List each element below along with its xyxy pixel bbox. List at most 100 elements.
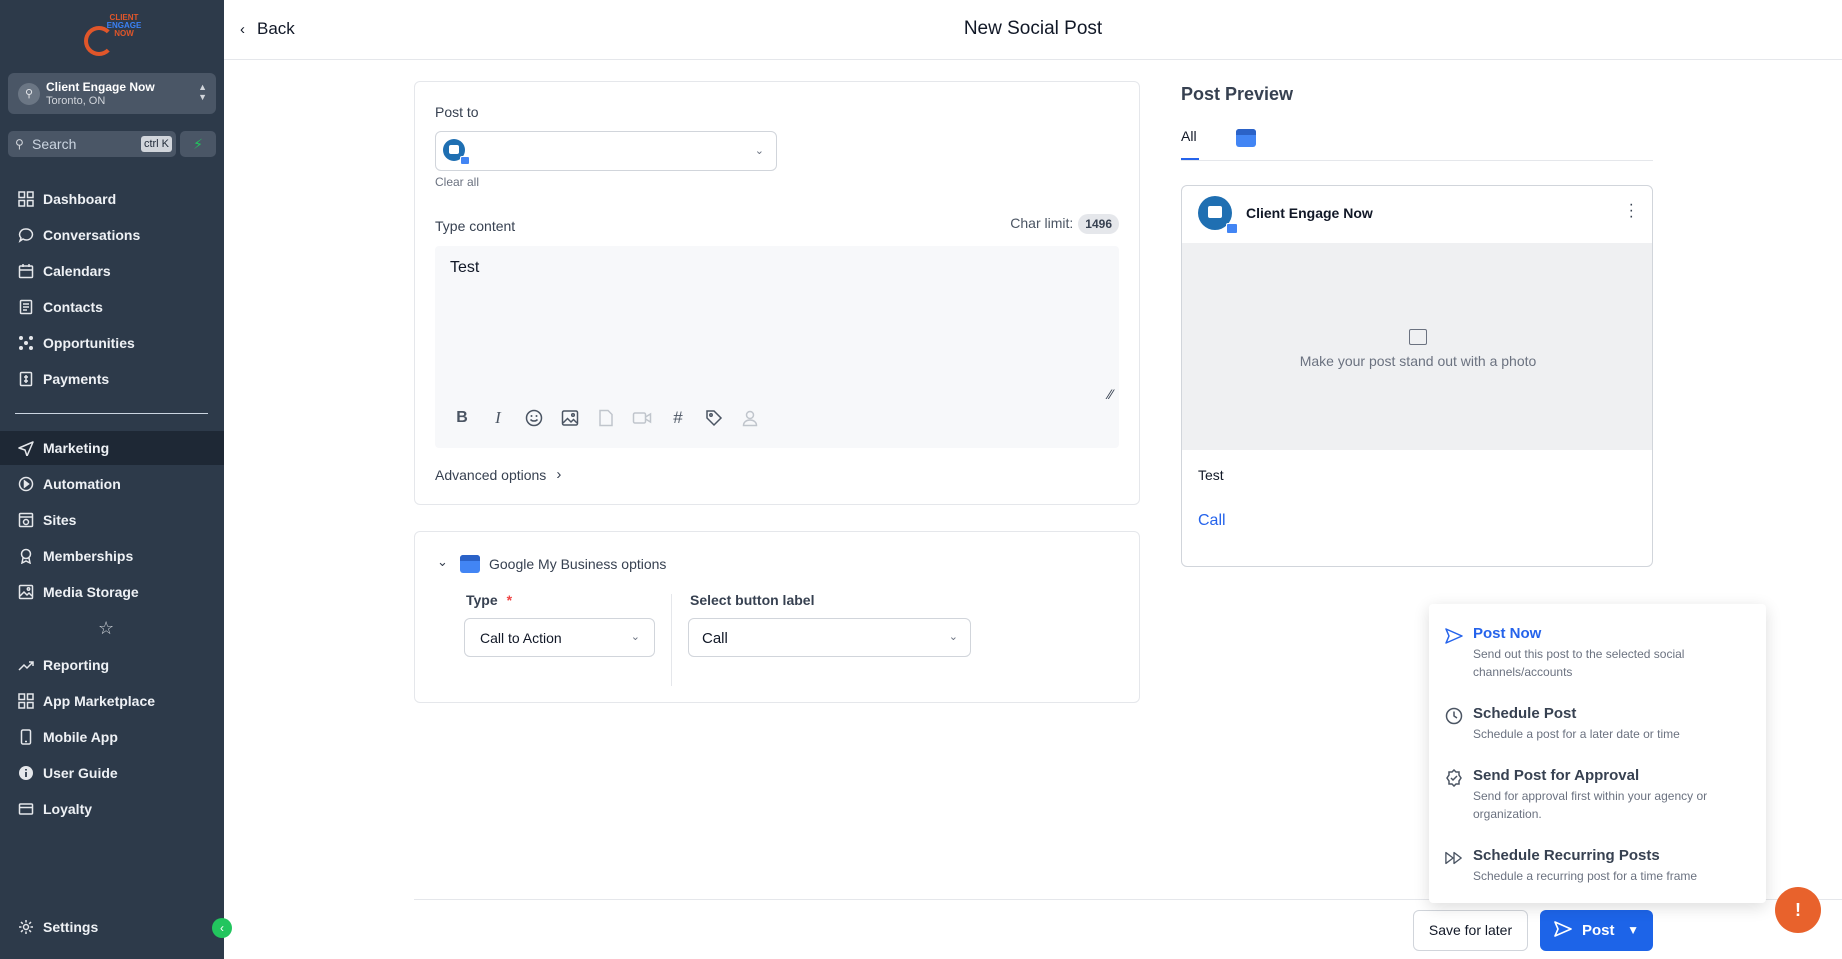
info-circle-icon bbox=[18, 765, 34, 781]
menu-item-schedule-recurring[interactable]: Schedule Recurring Posts Schedule a recu… bbox=[1445, 847, 1755, 887]
account-avatar-icon bbox=[443, 139, 470, 165]
save-for-later-button[interactable]: Save for later bbox=[1413, 910, 1528, 951]
image-upload-icon[interactable] bbox=[559, 407, 581, 429]
sidebar-item-automation[interactable]: Automation bbox=[0, 467, 224, 501]
preview-card: Client Engage Now · · · Make your post sta… bbox=[1181, 185, 1653, 567]
field-divider bbox=[671, 594, 672, 686]
post-button[interactable]: Post ▼ bbox=[1540, 910, 1653, 951]
sidebar-divider bbox=[15, 413, 208, 414]
italic-icon[interactable]: I bbox=[487, 407, 509, 429]
tab-gmb-icon[interactable] bbox=[1236, 129, 1256, 152]
type-content-label: Type content bbox=[435, 218, 516, 234]
emoji-icon[interactable] bbox=[523, 407, 545, 429]
tab-all[interactable]: All bbox=[1181, 128, 1197, 144]
sidebar-item-payments[interactable]: Payments bbox=[0, 362, 224, 396]
file-icon bbox=[595, 407, 617, 429]
gmb-options-card: ⌄ Google My Business options Type * Call … bbox=[414, 531, 1140, 703]
chevron-down-icon: ⌄ bbox=[754, 145, 764, 157]
award-icon bbox=[18, 548, 34, 564]
composer-card: Post to ⌄ Clear all Type content Char li… bbox=[414, 81, 1140, 505]
badge-check-icon bbox=[1445, 769, 1463, 787]
help-chat-icon[interactable]: ! bbox=[1775, 887, 1821, 933]
menu-item-send-for-approval[interactable]: Send Post for Approval Send for approval… bbox=[1445, 767, 1755, 821]
sidebar-item-mobile-app[interactable]: Mobile App bbox=[0, 720, 224, 754]
chat-bubble-icon bbox=[18, 227, 34, 243]
clear-all-link[interactable]: Clear all bbox=[435, 175, 479, 189]
sidebar-item-reporting[interactable]: Reporting bbox=[0, 648, 224, 682]
post-options-menu: Post Now Send out this post to the selec… bbox=[1429, 604, 1766, 903]
content-editor[interactable]: Test ⁄⁄ B I # bbox=[435, 246, 1119, 448]
send-icon bbox=[1554, 921, 1572, 941]
sidebar: CLIENT ENGAGE NOW ⚲ Client Engage Now To… bbox=[0, 0, 224, 959]
sidebar-item-contacts[interactable]: Contacts bbox=[0, 290, 224, 324]
resize-handle-icon[interactable]: ⁄⁄ bbox=[1108, 386, 1113, 402]
favorites-star-icon[interactable]: ☆ bbox=[98, 618, 114, 639]
post-preview-title: Post Preview bbox=[1181, 84, 1294, 104]
network-icon bbox=[18, 335, 34, 351]
search-shortcut: ctrl K bbox=[140, 136, 172, 152]
account-avatar-icon bbox=[1198, 196, 1238, 234]
fast-forward-icon bbox=[1445, 849, 1463, 867]
button-label-select[interactable]: Call ⌄ bbox=[688, 618, 971, 657]
grid-icon bbox=[18, 191, 34, 207]
bold-icon[interactable]: B bbox=[451, 407, 473, 429]
page-title: New Social Post bbox=[963, 18, 1103, 39]
location-name: Client Engage Now bbox=[46, 80, 155, 94]
sidebar-item-app-marketplace[interactable]: App Marketplace bbox=[0, 684, 224, 718]
gear-icon bbox=[18, 919, 34, 935]
tab-all-indicator bbox=[1181, 158, 1199, 160]
collapse-chevron-down-icon[interactable]: ⌄ bbox=[437, 554, 448, 570]
image-icon bbox=[18, 584, 34, 600]
hashtag-icon[interactable]: # bbox=[667, 407, 689, 429]
sidebar-item-sites[interactable]: Sites bbox=[0, 503, 224, 537]
sidebar-item-opportunities[interactable]: Opportunities bbox=[0, 326, 224, 360]
account-select[interactable]: ⌄ bbox=[435, 131, 777, 171]
sidebar-item-user-guide[interactable]: User Guide bbox=[0, 756, 224, 790]
button-label-label: Select button label bbox=[690, 592, 815, 608]
video-icon bbox=[631, 407, 653, 429]
chevron-right-icon: › bbox=[556, 466, 562, 483]
search-box[interactable]: ⚲ Search ctrl K bbox=[8, 131, 176, 157]
menu-item-post-now[interactable]: Post Now Send out this post to the selec… bbox=[1445, 625, 1755, 679]
quick-actions-bolt-icon[interactable]: ⚡ bbox=[180, 131, 216, 157]
chevron-down-icon: ⌄ bbox=[948, 631, 958, 643]
search-placeholder: Search bbox=[32, 136, 77, 152]
trend-up-icon bbox=[18, 657, 34, 673]
sidebar-item-marketing[interactable]: Marketing bbox=[0, 431, 224, 465]
photo-placeholder: Make your post stand out with a photo bbox=[1182, 243, 1652, 450]
location-city: Toronto, ON bbox=[46, 95, 106, 107]
more-options-icon[interactable]: · · · bbox=[1629, 197, 1634, 225]
chevron-up-down-icon: ▲ ▼ bbox=[198, 82, 207, 102]
sidebar-item-calendars[interactable]: Calendars bbox=[0, 254, 224, 288]
sidebar-collapse-chevron-icon[interactable]: ‹ bbox=[212, 918, 232, 938]
sidebar-item-loyalty[interactable]: Loyalty bbox=[0, 792, 224, 826]
chevron-down-icon[interactable]: ▼ bbox=[1627, 923, 1639, 937]
sidebar-item-memberships[interactable]: Memberships bbox=[0, 539, 224, 573]
search-icon: ⚲ bbox=[15, 137, 24, 151]
address-book-icon bbox=[18, 299, 34, 315]
app-logo[interactable]: CLIENT ENGAGE NOW bbox=[82, 14, 142, 56]
sidebar-item-media-storage[interactable]: Media Storage bbox=[0, 575, 224, 609]
automation-icon bbox=[18, 476, 34, 492]
top-bar: ‹ Back New Social Post bbox=[224, 0, 1842, 60]
char-limit: Char limit: 1496 bbox=[1010, 214, 1119, 234]
location-switcher[interactable]: ⚲ Client Engage Now Toronto, ON ▲ ▼ bbox=[8, 73, 216, 114]
tag-icon[interactable] bbox=[703, 407, 725, 429]
logo-text: CLIENT ENGAGE NOW bbox=[106, 13, 142, 38]
user-tag-icon bbox=[739, 407, 761, 429]
post-to-label: Post to bbox=[435, 104, 479, 120]
sidebar-item-settings[interactable]: Settings bbox=[0, 910, 224, 944]
wallet-icon bbox=[18, 801, 34, 817]
content-text[interactable]: Test bbox=[450, 259, 479, 277]
menu-item-schedule-post[interactable]: Schedule Post Schedule a post for a late… bbox=[1445, 705, 1755, 745]
receipt-icon bbox=[18, 371, 34, 387]
type-select[interactable]: Call to Action ⌄ bbox=[464, 618, 655, 657]
advanced-options-toggle[interactable]: Advanced options › bbox=[435, 466, 561, 483]
location-avatar-icon: ⚲ bbox=[18, 83, 40, 105]
chevron-down-icon: ⌄ bbox=[630, 631, 640, 643]
sidebar-item-conversations[interactable]: Conversations bbox=[0, 218, 224, 252]
preview-cta: Call bbox=[1198, 512, 1226, 529]
clock-icon bbox=[1445, 707, 1463, 725]
sidebar-item-dashboard[interactable]: Dashboard bbox=[0, 182, 224, 216]
preview-tabs: All bbox=[1181, 116, 1653, 161]
